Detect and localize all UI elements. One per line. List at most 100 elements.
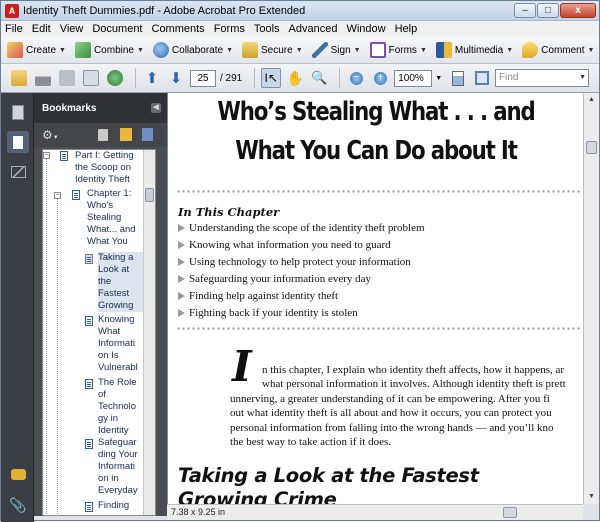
signatures-button[interactable]: [7, 161, 29, 183]
expand-bookmark-icon[interactable]: [142, 128, 153, 141]
paragraph-line: unnerving, a greater understanding of it…: [230, 392, 550, 405]
bullet-triangle-icon: [178, 258, 185, 266]
delete-bookmark-icon[interactable]: [98, 129, 108, 141]
bookmark-knowing-what-information[interactable]: Knowing What Informati on Is Vulnerabl: [98, 314, 144, 374]
page-size-status: 7.38 x 9.25 in: [167, 504, 251, 520]
chapter-bullet: Understanding the scope of the identity …: [178, 222, 425, 234]
bookmark-chapter-1[interactable]: Chapter 1: Who's Stealing What... and What Y…: [87, 188, 145, 248]
part-i-expander[interactable]: −: [43, 152, 50, 159]
close-button[interactable]: x: [560, 3, 596, 18]
save-icon: [59, 70, 75, 86]
previous-page-button[interactable]: ⬆: [142, 68, 162, 88]
zoom-dropdown-icon[interactable]: ▼: [435, 75, 442, 82]
open-button[interactable]: [9, 68, 29, 88]
full-screen-button[interactable]: [472, 68, 492, 88]
create-button[interactable]: Create ▼: [7, 42, 66, 58]
bookmark-taking-a-look[interactable]: Taking a Look at the Fastest Growing: [98, 252, 144, 312]
new-bookmark-icon[interactable]: [120, 128, 132, 141]
menu-forms[interactable]: Forms: [214, 23, 245, 35]
zoom-in-button[interactable]: +: [370, 68, 390, 88]
page-thumbnails-button[interactable]: [7, 101, 29, 123]
bookmark-part-i[interactable]: Part I: Getting the Scoop on Identity Thef…: [75, 150, 145, 186]
bookmarks-button[interactable]: [7, 131, 29, 153]
chapter-1-expander[interactable]: −: [54, 192, 61, 199]
bookmark-finding[interactable]: Finding: [98, 500, 144, 512]
maximize-button[interactable]: □: [537, 3, 559, 18]
next-page-button[interactable]: ⬇: [166, 68, 186, 88]
document-vertical-scrollbar[interactable]: ▲ ▼: [583, 93, 599, 504]
menu-window[interactable]: Window: [346, 23, 385, 35]
menu-document[interactable]: Document: [92, 23, 142, 35]
page-number-input[interactable]: [190, 69, 216, 87]
menu-view[interactable]: View: [60, 23, 84, 35]
print-button[interactable]: [33, 68, 53, 88]
minimize-button[interactable]: –: [514, 3, 536, 18]
document-horizontal-scrollbar[interactable]: [251, 504, 583, 520]
options-gear-icon[interactable]: ⚙▼: [42, 128, 59, 142]
document-view: Who’s Stealing What . . . and What You C…: [167, 93, 583, 504]
zoom-level-input[interactable]: [394, 69, 433, 87]
menu-edit[interactable]: Edit: [32, 23, 51, 35]
comment-bubbles-icon: [10, 468, 26, 480]
plus-circle-icon: +: [373, 71, 387, 85]
menu-tools[interactable]: Tools: [254, 23, 280, 35]
folder-open-icon: [11, 70, 27, 86]
menu-comments[interactable]: Comments: [152, 23, 205, 35]
multimedia-icon: [435, 42, 452, 58]
bookmark-safeguarding[interactable]: Safeguar ding Your Informati on in Everyday: [98, 437, 144, 497]
menu-help[interactable]: Help: [395, 23, 418, 35]
scrollbar-thumb[interactable]: [503, 507, 517, 518]
email-button[interactable]: [81, 68, 101, 88]
comment-icon: [522, 42, 539, 58]
bullet-triangle-icon: [178, 309, 185, 317]
attachments-button[interactable]: 📎: [7, 494, 29, 516]
collapse-panel-icon[interactable]: ◀: [151, 103, 161, 113]
section-heading-continued: Growing Crime: [178, 488, 337, 504]
scroll-down-icon[interactable]: ▼: [584, 490, 599, 504]
menu-advanced[interactable]: Advanced: [289, 23, 338, 35]
secure-button[interactable]: Secure ▼: [242, 42, 303, 58]
multimedia-button[interactable]: Multimedia ▼: [435, 42, 513, 58]
fit-page-button[interactable]: [448, 68, 468, 88]
scrollbar-thumb[interactable]: [586, 141, 597, 154]
comment-label: Comment: [541, 44, 585, 56]
page-count: / 291: [220, 72, 243, 84]
comment-button[interactable]: Comment ▼: [522, 42, 594, 58]
bookmark-page-icon: [85, 502, 93, 512]
zoom-out-button[interactable]: −: [346, 68, 366, 88]
hand-tool-button[interactable]: ✋: [285, 68, 305, 88]
bookmarks-scrollbar[interactable]: [143, 150, 155, 515]
forms-button[interactable]: Forms ▼: [369, 42, 427, 58]
scrollbar-thumb[interactable]: [145, 188, 154, 202]
sign-button[interactable]: Sign ▼: [311, 42, 361, 58]
collaborate-label: Collaborate: [171, 44, 224, 56]
hand-icon: ✋: [286, 69, 304, 86]
bookmark-page-icon: [85, 316, 93, 326]
bullet-triangle-icon: [178, 292, 185, 300]
bookmarks-toolbar: ⚙▼: [34, 123, 167, 147]
bullet-triangle-icon: [178, 224, 185, 232]
comments-pane-button[interactable]: [7, 463, 29, 485]
paperclip-icon: 📎: [9, 496, 27, 513]
create-label: Create: [26, 44, 57, 56]
dotted-rule: [176, 327, 580, 330]
menu-bar: File Edit View Document Comments Forms T…: [1, 21, 599, 37]
scroll-up-icon[interactable]: ▲: [584, 93, 599, 107]
find-input[interactable]: Find ▼: [495, 69, 589, 87]
collaborate-button[interactable]: Collaborate ▼: [152, 42, 233, 58]
paragraph-line: the best way to take action if it does.: [230, 436, 391, 449]
select-tool-button[interactable]: I↖: [261, 68, 282, 88]
find-dropdown-icon[interactable]: ▼: [579, 70, 586, 86]
bookmark-icon: [12, 134, 24, 150]
combine-button[interactable]: Combine ▼: [74, 42, 144, 58]
chapter-bullet: Finding help against identity theft: [178, 290, 338, 302]
toolbar-separator: [254, 68, 256, 88]
zoom-tool-button[interactable]: 🔍: [309, 68, 329, 88]
pages-icon: [12, 104, 24, 120]
bookmark-page-icon: [85, 439, 93, 449]
menu-file[interactable]: File: [5, 23, 23, 35]
save-button[interactable]: [57, 68, 77, 88]
upload-button[interactable]: [105, 68, 125, 88]
bookmark-role-of-technology[interactable]: The Role of Technolo gy in Identity: [98, 377, 144, 437]
signature-icon: [10, 166, 26, 178]
